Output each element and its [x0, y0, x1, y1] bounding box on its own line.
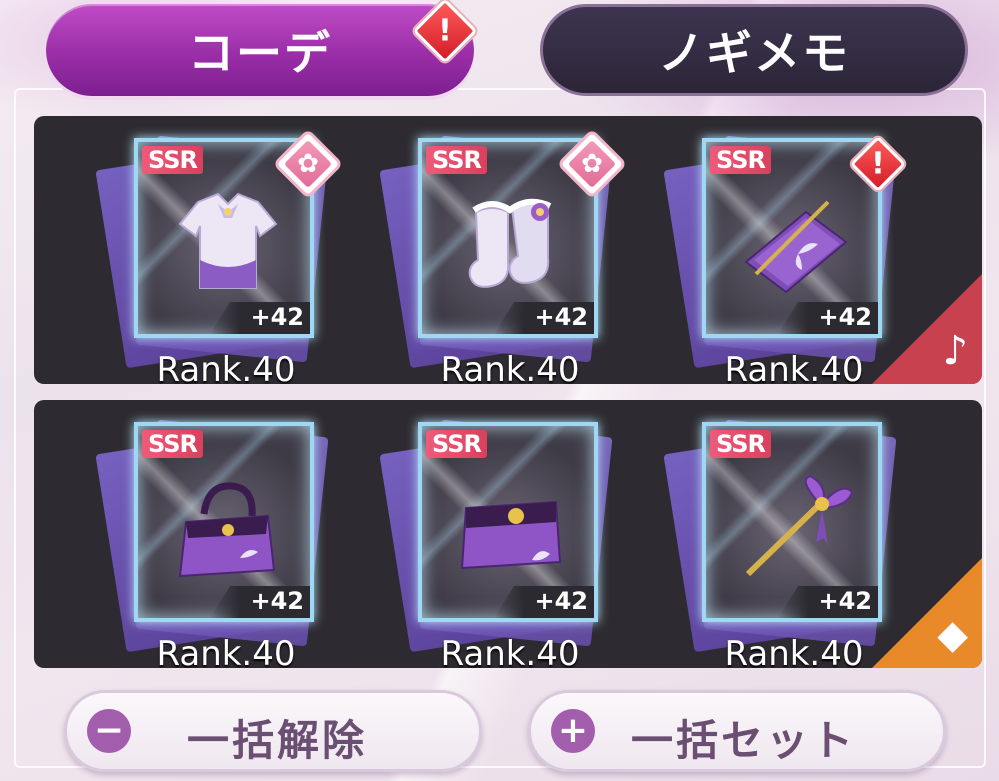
item-card-notebook[interactable]: SSR +42 Rank.40 ! [663, 135, 907, 384]
rank-label: Rank.40 [156, 634, 296, 668]
set-all-button[interactable]: + 一括セット [528, 690, 946, 772]
item-card-face: SSR +42 [702, 422, 882, 622]
rarity-badge: SSR [142, 146, 203, 174]
plus-level-tag: +42 [494, 586, 594, 618]
item-card-socks[interactable]: SSR +42 Rank.40 ✿ [379, 132, 624, 384]
diamond-icon: ◆ [872, 558, 982, 668]
tab-coordinate-label: コーデ [188, 26, 332, 80]
plus-level-tag: +42 [210, 586, 310, 618]
rank-label: Rank.40 [440, 634, 580, 668]
minus-icon: − [87, 709, 131, 753]
item-card-pouch[interactable]: SSR +42 Rank.40 [379, 419, 613, 668]
item-card-handbag[interactable]: SSR +42 Rank.40 [95, 419, 329, 668]
item-card-face: SSR +42 [134, 422, 314, 622]
set-all-label: 一括セット [631, 716, 857, 765]
item-row-1: SSR +42 Rank.40 ✿ SSR +42 Rank.40 ✿ SSR … [34, 116, 982, 384]
plus-icon: + [551, 709, 595, 753]
remove-all-button[interactable]: − 一括解除 [64, 690, 482, 772]
plus-level-tag: +42 [210, 302, 310, 334]
socks-icon [468, 198, 552, 288]
tab-nogi-memo-label: ノギメモ [658, 26, 850, 80]
notebook-icon [744, 200, 848, 294]
blouse-icon [178, 192, 278, 289]
handbag-icon [178, 482, 276, 578]
rarity-badge: SSR [426, 146, 487, 174]
rarity-badge: SSR [142, 430, 203, 458]
rank-label: Rank.40 [440, 350, 580, 384]
rank-label: Rank.40 [724, 350, 864, 384]
tab-nogi-memo[interactable]: ノギメモ [540, 4, 968, 96]
plus-level-tag: +42 [778, 302, 878, 334]
tab-coordinate[interactable]: コーデ [46, 4, 474, 96]
item-row-2: SSR +42 Rank.40 SSR +42 Rank.40 SSR +42 … [34, 400, 982, 668]
item-card-wand[interactable]: SSR +42 Rank.40 [663, 419, 897, 668]
wand-icon [745, 474, 854, 577]
remove-all-label: 一括解除 [187, 716, 368, 765]
plus-level-tag: +42 [778, 586, 878, 618]
plus-level-tag: +42 [494, 302, 594, 334]
rarity-badge: SSR [710, 146, 771, 174]
item-card-face: SSR +42 [418, 422, 598, 622]
pouch-icon [460, 500, 562, 570]
music-note-icon: ♪ [872, 274, 982, 384]
item-card-blouse[interactable]: SSR +42 Rank.40 ✿ [95, 132, 340, 384]
rarity-badge: SSR [426, 430, 487, 458]
rank-label: Rank.40 [724, 634, 864, 668]
rank-label: Rank.40 [156, 350, 296, 384]
rarity-badge: SSR [710, 430, 771, 458]
